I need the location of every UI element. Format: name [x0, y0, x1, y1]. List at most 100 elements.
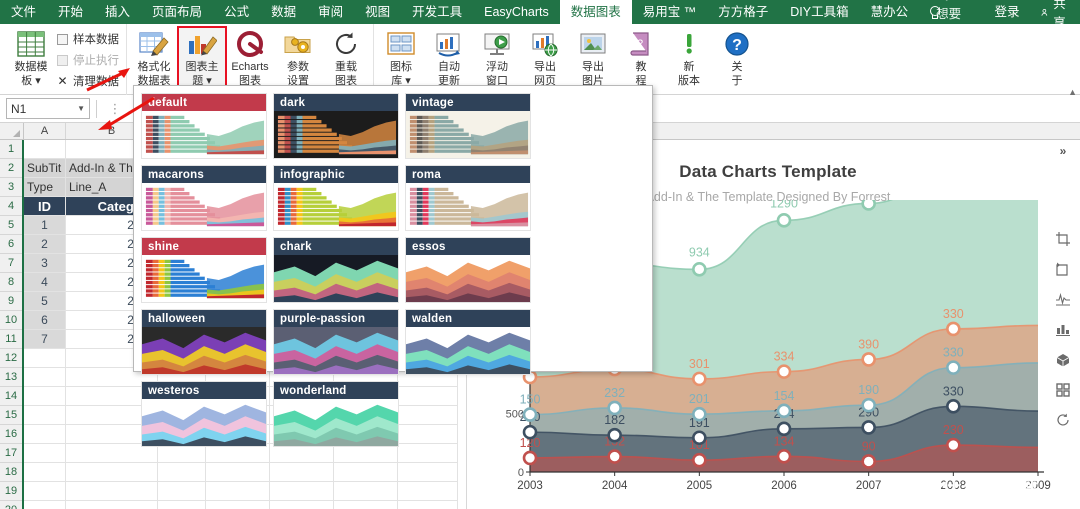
grid-cell[interactable]: [24, 501, 66, 509]
row-header-8[interactable]: 8: [0, 273, 22, 292]
grid-cell[interactable]: [24, 425, 66, 444]
theme-card-westeros[interactable]: westeros: [141, 381, 267, 447]
grid-cell[interactable]: 4: [24, 273, 66, 292]
grid-cell[interactable]: 3: [24, 254, 66, 273]
grid-cell[interactable]: [158, 501, 206, 509]
export-image-button[interactable]: 导出 图片: [569, 27, 617, 87]
grid-cell[interactable]: [158, 463, 206, 482]
grid-cell[interactable]: [206, 482, 270, 501]
row-header-5[interactable]: 5: [0, 216, 22, 235]
refresh-icon[interactable]: [1051, 410, 1075, 431]
theme-card-wonderland[interactable]: wonderland: [273, 381, 399, 447]
menu-item-3[interactable]: 页面布局: [141, 0, 213, 24]
format-data-table-button[interactable]: 格式化 数据表: [130, 27, 178, 87]
undo-shape-icon[interactable]: [1051, 258, 1075, 279]
row-header-20[interactable]: 20: [0, 501, 22, 509]
menu-item-2[interactable]: 插入: [94, 0, 141, 24]
export-webpage-button[interactable]: 导出 网页: [521, 27, 569, 87]
theme-card-essos[interactable]: essos: [405, 237, 531, 303]
row-header-10[interactable]: 10: [0, 311, 22, 330]
row-header-1[interactable]: 1: [0, 140, 22, 159]
sample-data-button[interactable]: 样本数据: [55, 30, 123, 48]
menu-item-7[interactable]: 视图: [354, 0, 401, 24]
theme-card-default[interactable]: default: [141, 93, 267, 159]
theme-card-roma[interactable]: roma: [405, 165, 531, 231]
echarts-chart-button[interactable]: Echarts 图表: [226, 27, 274, 87]
grid-cell[interactable]: [334, 463, 398, 482]
select-all-corner[interactable]: [0, 123, 24, 139]
grid-cell[interactable]: [24, 349, 66, 368]
grid-cell[interactable]: [398, 482, 458, 501]
chart-theme-button[interactable]: 图表主 题 ▾: [177, 26, 227, 88]
row-header-11[interactable]: 11: [0, 330, 22, 349]
parameter-settings-button[interactable]: 参数 设置: [274, 27, 322, 87]
sign-in-button[interactable]: 登录: [983, 0, 1030, 24]
menu-item-10[interactable]: 数据图表: [559, 0, 632, 24]
grid-cell[interactable]: Type: [24, 178, 66, 197]
column-header-1[interactable]: A: [24, 123, 66, 139]
row-header-2[interactable]: 2: [0, 159, 22, 178]
grid-cell[interactable]: [66, 501, 158, 509]
theme-card-vintage[interactable]: vintage: [405, 93, 531, 159]
about-button[interactable]: ? 关 于: [713, 27, 761, 87]
grid-cell[interactable]: 1: [24, 216, 66, 235]
row-header-9[interactable]: 9: [0, 292, 22, 311]
menu-item-11[interactable]: 易用宝 ™: [632, 0, 707, 24]
row-header-3[interactable]: 3: [0, 178, 22, 197]
theme-card-chark[interactable]: chark: [273, 237, 399, 303]
menu-item-0[interactable]: 文件: [0, 0, 47, 24]
menu-item-5[interactable]: 数据: [260, 0, 307, 24]
grid-cell[interactable]: [24, 463, 66, 482]
crop-icon[interactable]: [1051, 228, 1075, 249]
theme-card-shine[interactable]: shine: [141, 237, 267, 303]
row-header-14[interactable]: 14: [0, 387, 22, 406]
grid-cell[interactable]: [206, 501, 270, 509]
floating-window-button[interactable]: 浮动 窗口: [473, 27, 521, 87]
menu-item-8[interactable]: 开发工具: [401, 0, 473, 24]
chevron-double-right-icon[interactable]: »: [1060, 144, 1067, 158]
tutorial-button[interactable]: ? 教 程: [617, 27, 665, 87]
grid-cell[interactable]: [206, 463, 270, 482]
line-chart-icon[interactable]: [1051, 289, 1075, 310]
new-version-button[interactable]: 新 版本: [665, 27, 713, 87]
theme-card-purple-passion[interactable]: purple-passion: [273, 309, 399, 375]
grid-cell[interactable]: 5: [24, 292, 66, 311]
grid-cell[interactable]: [334, 501, 398, 509]
menu-item-6[interactable]: 审阅: [307, 0, 354, 24]
grid-cell[interactable]: [158, 482, 206, 501]
data-template-button[interactable]: 数据模 板 ▾: [7, 27, 55, 87]
grid-cell[interactable]: 7: [24, 330, 66, 349]
grid-cell[interactable]: [24, 387, 66, 406]
grid-cell[interactable]: [24, 444, 66, 463]
grid-cell[interactable]: [24, 368, 66, 387]
menu-item-9[interactable]: EasyCharts: [473, 0, 560, 24]
grid-cell[interactable]: ID: [24, 197, 66, 216]
row-header-13[interactable]: 13: [0, 368, 22, 387]
tell-me-box[interactable]: 告诉我您想要做什么...: [919, 0, 983, 59]
menu-item-13[interactable]: DIY工具箱: [779, 0, 859, 24]
grid-cell[interactable]: [270, 463, 334, 482]
grid-cell[interactable]: 2: [24, 235, 66, 254]
name-box[interactable]: N1 ▼: [6, 98, 90, 119]
grid-cell[interactable]: [398, 463, 458, 482]
auto-update-button[interactable]: 自动 更新: [425, 27, 473, 87]
row-header-15[interactable]: 15: [0, 406, 22, 425]
cube-icon[interactable]: [1051, 349, 1075, 370]
chart-theme-dropdown[interactable]: default dark vintage macarons infographic rom…: [133, 85, 653, 447]
share-button[interactable]: 共享: [1030, 0, 1080, 30]
grid-cell[interactable]: [398, 501, 458, 509]
grid-cell[interactable]: [334, 482, 398, 501]
grid-cell[interactable]: [24, 406, 66, 425]
theme-card-walden[interactable]: walden: [405, 309, 531, 375]
row-header-4[interactable]: 4: [0, 197, 22, 216]
row-header-6[interactable]: 6: [0, 235, 22, 254]
row-header-12[interactable]: 12: [0, 349, 22, 368]
stop-execution-button[interactable]: 停止执行: [55, 51, 123, 69]
grid-cell[interactable]: [66, 482, 158, 501]
grid-cell[interactable]: [24, 482, 66, 501]
grid-icon[interactable]: [1051, 379, 1075, 400]
menu-item-14[interactable]: 慧办公: [860, 0, 920, 24]
row-header-19[interactable]: 19: [0, 482, 22, 501]
theme-card-macarons[interactable]: macarons: [141, 165, 267, 231]
grid-cell[interactable]: SubTit: [24, 159, 66, 178]
